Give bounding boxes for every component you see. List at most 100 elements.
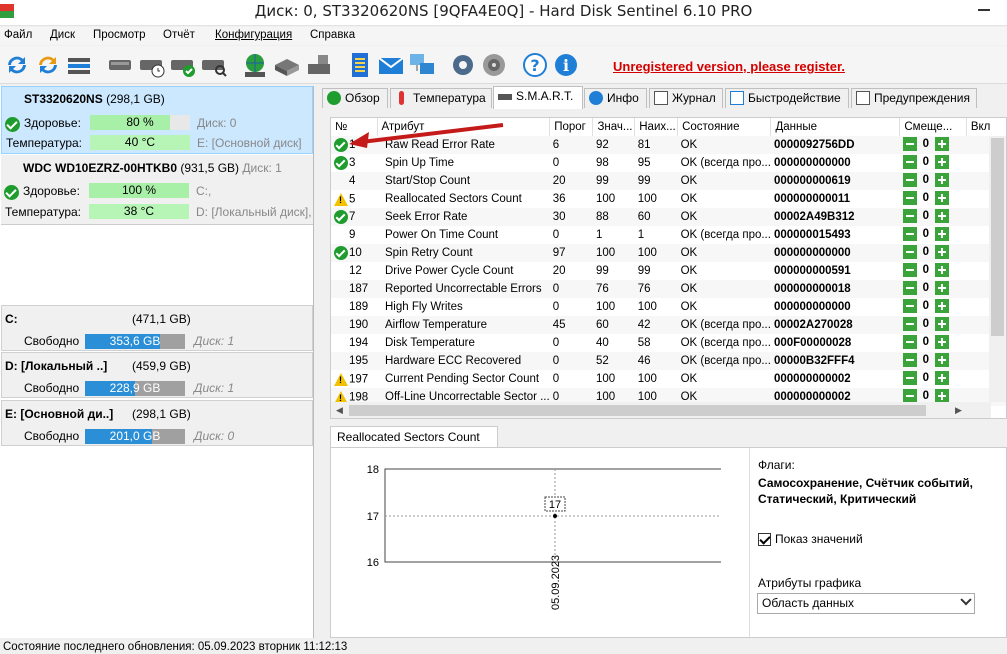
col-state[interactable]: Состояние [677,118,772,136]
table-row[interactable]: 10 Spin Retry Count 97 100 100 OK 000000000000… [331,244,1006,262]
plus-icon[interactable] [934,190,949,205]
scroll-right-icon[interactable]: ▶ [955,405,962,416]
minus-icon[interactable] [902,208,917,223]
plus-icon[interactable] [934,334,949,349]
plus-icon[interactable] [934,226,949,241]
graph-attrs-select[interactable]: Область данных [757,593,975,614]
offset-stepper[interactable]: 0 [902,334,949,349]
plus-icon[interactable] [934,154,949,169]
offset-stepper[interactable]: 0 [902,244,949,259]
col-data[interactable]: Данные [770,118,901,136]
computer-network-icon[interactable] [407,50,437,80]
minus-icon[interactable] [902,316,917,331]
offset-stepper[interactable]: 0 [902,154,949,169]
drive-check-icon[interactable] [106,50,136,80]
scanner-icon[interactable] [272,50,302,80]
plus-icon[interactable] [934,370,949,385]
offset-stepper[interactable]: 0 [902,136,949,151]
chevron-down-icon[interactable] [960,594,972,606]
info-icon[interactable]: i [551,50,581,80]
offset-stepper[interactable]: 0 [902,262,949,277]
menu-help[interactable]: Справка [310,29,355,41]
plus-icon[interactable] [934,298,949,313]
refresh-icon[interactable] [2,50,32,80]
vertical-scrollbar[interactable] [989,136,1006,402]
sound-icon[interactable] [479,50,509,80]
unregistered-link[interactable]: Unregistered version, please register. [613,59,845,74]
drive-search-icon[interactable] [199,50,229,80]
minus-icon[interactable] [902,334,917,349]
plus-icon[interactable] [934,280,949,295]
minus-icon[interactable] [902,136,917,151]
tab-info[interactable]: Инфо [584,88,647,108]
table-row[interactable]: 187 Reported Uncorrectable Errors 0 76 76 OK 0… [331,280,1006,298]
plus-icon[interactable] [934,388,949,403]
table-row[interactable]: 5Reallocated Sectors Count36100100OK0000… [331,190,1006,208]
minimize-button[interactable] [961,0,1007,20]
minus-icon[interactable] [902,370,917,385]
drive-tools-icon[interactable] [304,50,334,80]
scroll-thumb[interactable] [349,405,926,416]
partition-c[interactable]: C: (471,1 GB) Свободно 353,6 GB Диск: 1 [1,305,313,351]
offset-stepper[interactable]: 0 [902,190,949,205]
checkbox-checked-icon[interactable] [758,533,771,546]
plus-icon[interactable] [934,352,949,367]
minus-icon[interactable] [902,154,917,169]
horizontal-scrollbar[interactable]: ◀ ▶ [331,402,991,418]
table-row[interactable]: 9 Power On Time Count 0 1 1 OK (всегда про...… [331,226,1006,244]
graph-tab[interactable]: Reallocated Sectors Count [330,426,498,448]
tab-performance[interactable]: Быстродействие [725,88,849,108]
scroll-left-icon[interactable]: ◀ [336,405,343,416]
minus-icon[interactable] [902,262,917,277]
offset-stepper[interactable]: 0 [902,208,949,223]
plus-icon[interactable] [934,208,949,223]
partition-d[interactable]: D: [Локальный ..] (459,9 GB) Свободно 22… [1,352,313,398]
notes-icon[interactable] [345,50,375,80]
tab-overview[interactable]: Обзор [322,88,388,108]
plus-icon[interactable] [934,172,949,187]
drive-schedule-icon[interactable] [137,50,167,80]
tab-smart[interactable]: S.M.A.R.T. [493,86,583,109]
help-icon[interactable]: ? [520,50,550,80]
offset-stepper[interactable]: 0 [902,226,949,241]
menu-config[interactable]: Конфигурация [215,29,292,41]
table-row[interactable]: 194 Disk Temperature 0 40 58 OK (всегда про..… [331,334,1006,352]
col-enabled[interactable]: Вкл [966,118,1006,136]
col-threshold[interactable]: Порог [549,118,594,136]
minus-icon[interactable] [902,298,917,313]
settings-gear-icon[interactable] [448,50,478,80]
minus-icon[interactable] [902,226,917,241]
offset-stepper[interactable]: 0 [902,352,949,367]
menu-file[interactable]: Файл [4,29,32,41]
table-row[interactable]: 195 Hardware ECC Recovered 0 52 46 OK (всегда… [331,352,1006,370]
tab-temperature[interactable]: Температура [390,88,492,108]
minus-icon[interactable] [902,388,917,403]
table-row[interactable]: 12 Drive Power Cycle Count 20 99 99 OK 0000000… [331,262,1006,280]
minus-icon[interactable] [902,352,917,367]
disk-card-1[interactable]: WDC WD10EZRZ-00HTKB0 (931,5 GB) Диск: 1 … [1,155,313,225]
table-row[interactable]: 197 Current Pending Sector Count 0 100 100 OK… [331,370,1006,388]
offset-stepper[interactable]: 0 [902,388,949,403]
scroll-thumb[interactable] [991,138,1004,336]
plus-icon[interactable] [934,136,949,151]
menu-report[interactable]: Отчёт [163,29,195,41]
offset-stepper[interactable]: 0 [902,280,949,295]
tab-log[interactable]: Журнал [649,88,723,108]
tab-alerts[interactable]: Предупреждения [851,88,977,108]
offset-stepper[interactable]: 0 [902,316,949,331]
offset-stepper[interactable]: 0 [902,370,949,385]
plus-icon[interactable] [934,244,949,259]
offset-stepper[interactable]: 0 [902,172,949,187]
network-icon[interactable] [240,50,270,80]
offset-stepper[interactable]: 0 [902,298,949,313]
table-row[interactable]: 4 Start/Stop Count 20 99 99 OK 000000000619 0 [331,172,1006,190]
col-value[interactable]: Знач... [592,118,636,136]
partition-e[interactable]: E: [Основной ди..] (298,1 GB) Свободно 2… [1,400,313,446]
drive-ok-icon[interactable] [168,50,198,80]
col-worst[interactable]: Наих... [634,118,679,136]
table-row[interactable]: 189 High Fly Writes 0 100 100 OK 000000000000 0 [331,298,1006,316]
col-offset[interactable]: Смеще... [899,118,967,136]
drive-list-icon[interactable] [64,50,94,80]
disk-card-0[interactable]: ST3320620NS (298,1 GB) Здоровье: 80 % Ди… [1,86,313,154]
mail-icon[interactable] [376,50,406,80]
